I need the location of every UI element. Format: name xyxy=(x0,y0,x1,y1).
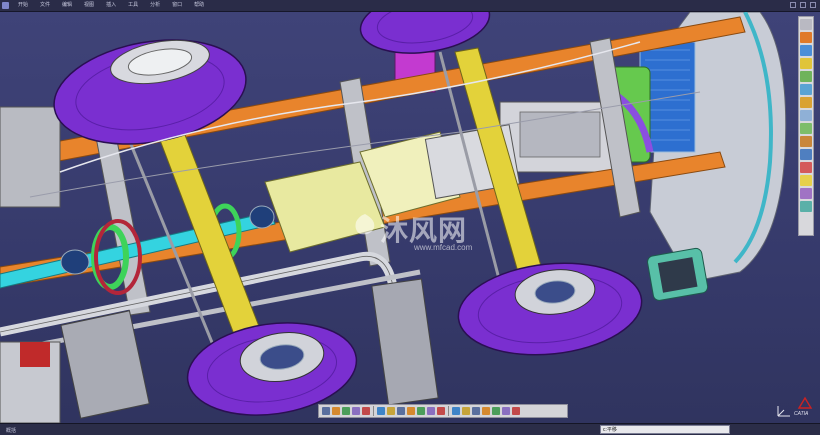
restore-icon[interactable] xyxy=(800,2,806,8)
product-icon[interactable] xyxy=(362,407,370,415)
swap-space-icon[interactable] xyxy=(800,123,812,134)
zoom-out-icon[interactable] xyxy=(437,407,445,415)
hide-show-icon[interactable] xyxy=(800,110,812,121)
fly-icon[interactable] xyxy=(387,407,395,415)
tire-rear-bottom xyxy=(457,262,643,356)
menu-bar: 开始 文件 编辑 视图 插入 工具 分析 窗口 帮助 xyxy=(0,0,820,12)
menu-analyze[interactable]: 分析 xyxy=(144,0,166,11)
toolbar-separator xyxy=(373,406,374,416)
view-mode-icon[interactable] xyxy=(800,97,812,108)
bumper-block xyxy=(371,278,439,406)
material-icon[interactable] xyxy=(800,188,812,199)
pan-icon[interactable] xyxy=(407,407,415,415)
views-icon[interactable] xyxy=(462,407,470,415)
product-icon[interactable] xyxy=(800,19,812,30)
measure-icon[interactable] xyxy=(502,407,510,415)
menu-window[interactable]: 窗口 xyxy=(166,0,188,11)
light-icon[interactable] xyxy=(800,175,812,186)
apply-icon[interactable] xyxy=(800,201,812,212)
app-logo-icon[interactable] xyxy=(2,2,9,9)
minimize-icon[interactable] xyxy=(790,2,796,8)
watermark-url: www.mfcad.com xyxy=(414,243,473,252)
status-bar: 概括 c:平移 xyxy=(0,423,820,435)
fit-icon[interactable] xyxy=(800,71,812,82)
menu-tools[interactable]: 工具 xyxy=(122,0,144,11)
menu-file[interactable]: 文件 xyxy=(34,0,56,11)
dark-filter xyxy=(657,257,698,293)
red-light xyxy=(20,342,50,367)
zoom-icon[interactable] xyxy=(800,32,812,43)
hide-icon[interactable] xyxy=(482,407,490,415)
spec-icon[interactable] xyxy=(512,407,520,415)
clash-icon[interactable] xyxy=(800,162,812,173)
section-icon[interactable] xyxy=(800,149,812,160)
shaft-joint-1 xyxy=(60,249,90,275)
menu-insert[interactable]: 插入 xyxy=(100,0,122,11)
menu-start[interactable]: 开始 xyxy=(12,0,34,11)
swap-icon[interactable] xyxy=(492,407,500,415)
close-icon[interactable] xyxy=(810,2,816,8)
render-icon[interactable] xyxy=(472,407,480,415)
rotate-icon[interactable] xyxy=(417,407,425,415)
grid-icon[interactable] xyxy=(377,407,385,415)
status-text: 概括 xyxy=(6,428,17,434)
normal-view-icon[interactable] xyxy=(800,84,812,95)
bottom-toolbar xyxy=(318,404,568,418)
menu-help[interactable]: 帮助 xyxy=(188,0,210,11)
rotate-icon[interactable] xyxy=(800,45,812,56)
3d-viewport[interactable]: 沐风网 www.mfcad.com CATIA xyxy=(0,12,820,423)
fit-all-icon[interactable] xyxy=(397,407,405,415)
engine-detail xyxy=(519,111,601,158)
toolbar-separator xyxy=(448,406,449,416)
command-input[interactable]: c:平移 xyxy=(600,425,730,434)
right-toolbar xyxy=(798,16,814,236)
menu-view[interactable]: 视图 xyxy=(78,0,100,11)
catia-logo-text: CATIA xyxy=(794,411,809,417)
normal-icon[interactable] xyxy=(452,407,460,415)
sketch-icon[interactable] xyxy=(342,407,350,415)
snap-icon[interactable] xyxy=(332,407,340,415)
shaft-joint-2 xyxy=(249,205,275,229)
measure-icon[interactable] xyxy=(800,136,812,147)
left-tank xyxy=(0,106,61,208)
menu-edit[interactable]: 编辑 xyxy=(56,0,78,11)
catia-window: 开始 文件 编辑 视图 插入 工具 分析 窗口 帮助 沐风网 www.mfcad… xyxy=(0,0,820,435)
select-icon[interactable] xyxy=(322,407,330,415)
zoom-in-icon[interactable] xyxy=(427,407,435,415)
pan-icon[interactable] xyxy=(800,58,812,69)
window-controls xyxy=(790,2,816,8)
constraint-icon[interactable] xyxy=(352,407,360,415)
